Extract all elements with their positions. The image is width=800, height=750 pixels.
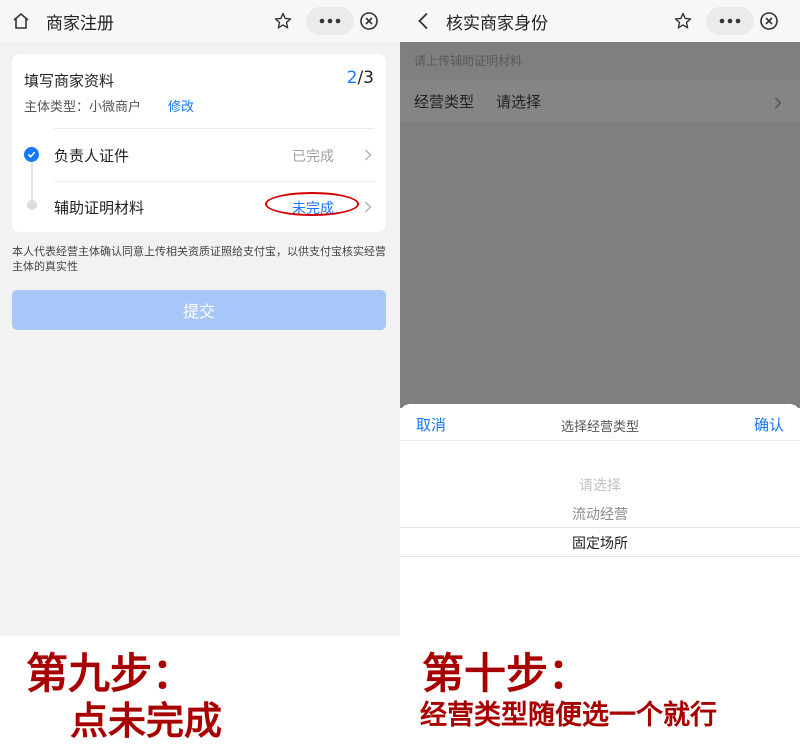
business-type-label: 经营类型 (414, 93, 475, 111)
submit-button[interactable]: 提交 (12, 290, 386, 330)
picker-title: 选择经营类型 (560, 420, 639, 435)
step-current: 2 (346, 68, 358, 88)
step-total: /3 (357, 68, 374, 88)
verify-merchant-screen: 核实商家身份 请上传辅助证明材料 经营类型 请选择 选择经营类型 取消 确认 请… (400, 0, 800, 636)
close-icon[interactable] (356, 8, 382, 34)
more-icon (719, 18, 741, 24)
picker-option[interactable]: 流动经营 (400, 504, 800, 524)
chevron-right-icon (362, 201, 374, 213)
page-title: 核实商家身份 (446, 14, 548, 34)
picker-option[interactable]: 请选择 (400, 475, 800, 495)
row-id-docs-label[interactable]: 负责人证件 (54, 145, 129, 166)
nav-bar: 商家注册 (0, 0, 400, 42)
subject-type-label: 主体类型：小微商户 (24, 100, 142, 115)
selection-line (400, 527, 800, 528)
step10-title: 第十步： (422, 649, 591, 698)
star-icon[interactable] (670, 8, 696, 34)
progress-connector (31, 161, 33, 203)
chevron-right-icon (362, 149, 374, 161)
edit-subject-link[interactable]: 修改 (168, 96, 194, 115)
row-supporting-docs-label[interactable]: 辅助证明材料 (54, 197, 144, 218)
business-type-value: 请选择 (496, 93, 542, 111)
selection-line (400, 556, 800, 557)
step-indicator: 2/3 (347, 68, 374, 88)
star-icon[interactable] (270, 8, 296, 34)
dimmed-background[interactable]: 请上传辅助证明材料 经营类型 请选择 (400, 42, 800, 408)
more-icon (319, 18, 341, 24)
merchant-registration-screen: 商家注册 填写商家资料 2/3 主体类型：小微商户 修改 负责人证件 已完成 辅… (0, 0, 400, 636)
business-type-field[interactable]: 经营类型 请选择 (400, 80, 800, 122)
more-button[interactable] (306, 7, 354, 35)
nav-bar: 核实商家身份 (400, 0, 800, 42)
merchant-info-card: 填写商家资料 2/3 主体类型：小微商户 修改 负责人证件 已完成 辅助证明材料… (12, 54, 386, 232)
picker-option-selected[interactable]: 固定场所 (400, 533, 800, 553)
pending-dot-icon (27, 200, 37, 210)
step9-text: 点未完成 (70, 699, 223, 743)
back-icon[interactable] (410, 8, 436, 34)
highlight-ring (265, 192, 359, 216)
page-title: 商家注册 (46, 14, 114, 34)
check-icon (24, 147, 39, 162)
step10-text: 经营类型随便选一个就行 (420, 700, 717, 731)
consent-notice: 本人代表经营主体确认同意上传相关资质证照给支付宝，以供支付宝核实经营主体的真实性 (12, 245, 386, 273)
chevron-right-icon (774, 94, 786, 109)
cancel-button[interactable]: 取消 (416, 414, 446, 435)
upload-hint: 请上传辅助证明材料 (414, 54, 523, 68)
more-button[interactable] (706, 7, 754, 35)
row-id-docs-status[interactable]: 已完成 (292, 146, 334, 166)
card-title: 填写商家资料 (24, 72, 115, 90)
close-icon[interactable] (756, 8, 782, 34)
divider (400, 440, 800, 441)
divider (54, 128, 374, 129)
divider (54, 181, 374, 182)
home-icon[interactable] (8, 8, 34, 34)
confirm-button[interactable]: 确认 (754, 414, 784, 435)
picker-sheet: 选择经营类型 取消 确认 请选择 流动经营 固定场所 (400, 404, 800, 636)
